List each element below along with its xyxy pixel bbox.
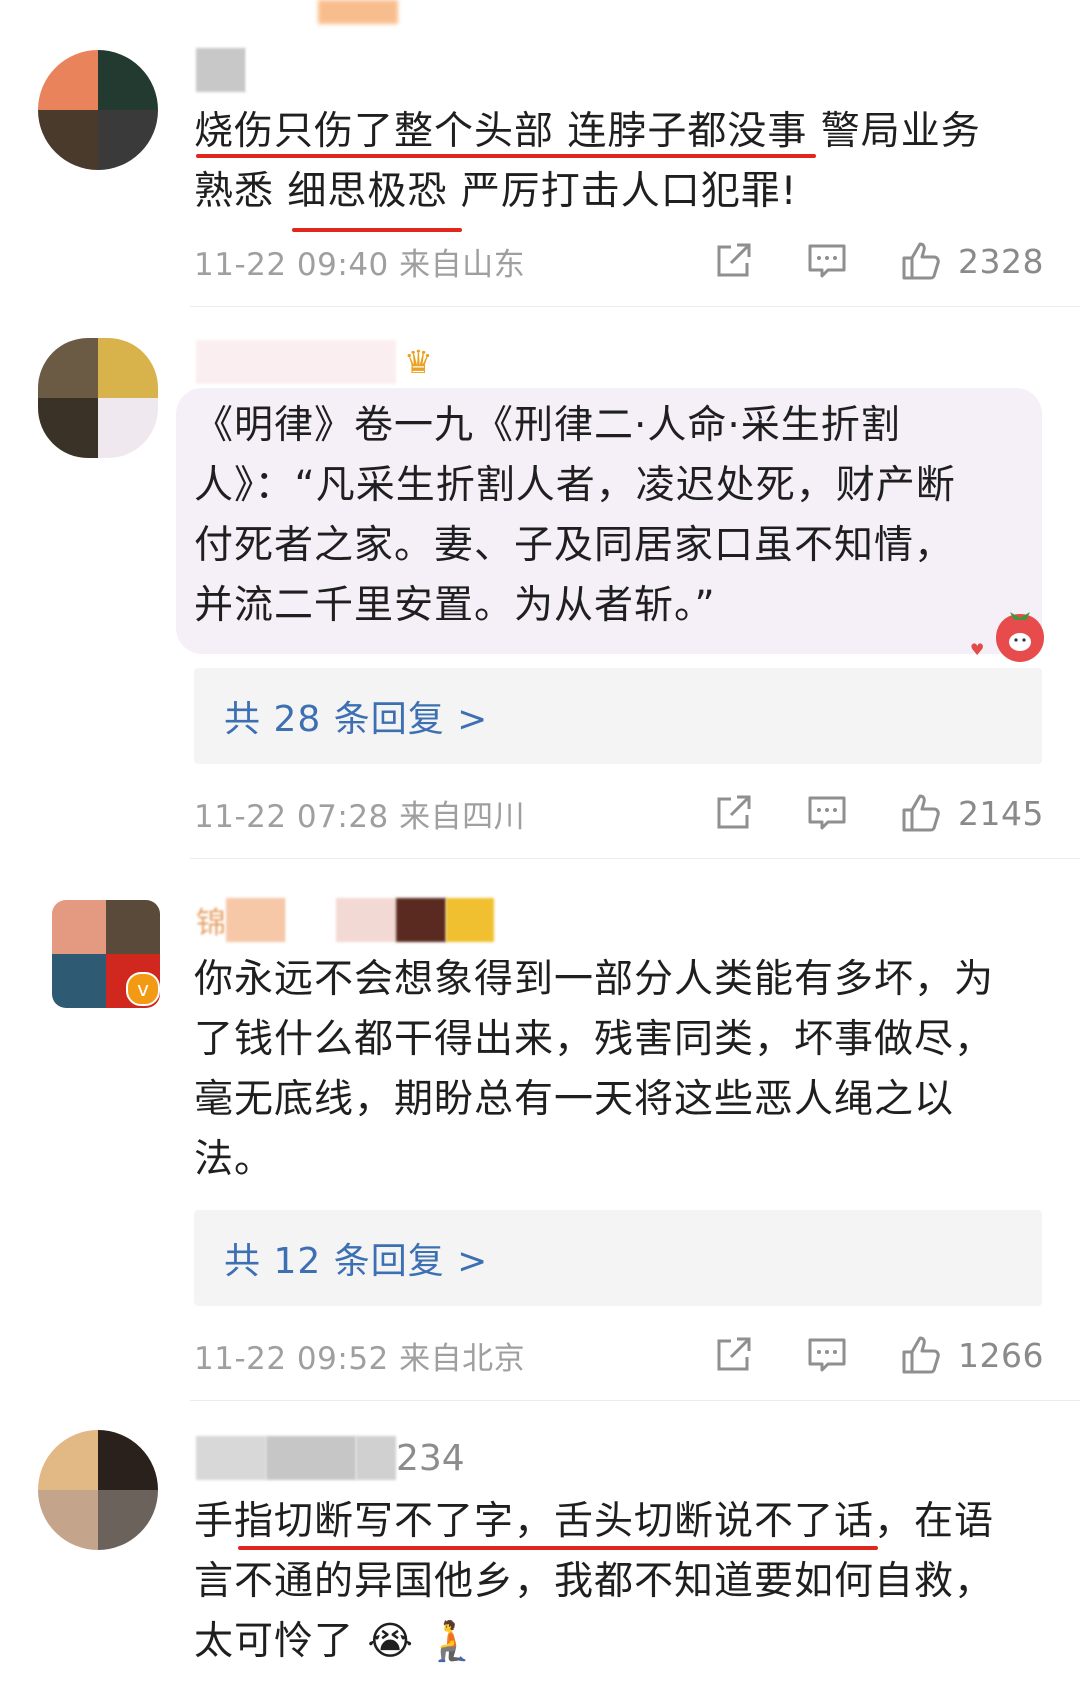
- username-text: 234: [396, 1437, 465, 1479]
- avatar[interactable]: [38, 1430, 158, 1550]
- comment-text-line: 太可怜了 😭 🧎: [194, 1619, 477, 1664]
- comment-text-line: 言不通的异国他乡，我都不知道要如何自救，: [194, 1559, 995, 1604]
- comment-text: 手指切断写不了字，舌头切断说不了话，在语 言不通的异国他乡，我都不知道要如何自救…: [194, 1492, 1044, 1672]
- highlight-underline: [238, 1546, 878, 1550]
- comment-text-line: 手指切断写不了字，舌头切断说不了话，在语: [194, 1499, 995, 1544]
- comment-4: 234 手指切断写不了字，舌头切断说不了话，在语 言不通的异国他乡，我都不知道要…: [0, 0, 1080, 1696]
- username[interactable]: 234: [196, 1436, 465, 1480]
